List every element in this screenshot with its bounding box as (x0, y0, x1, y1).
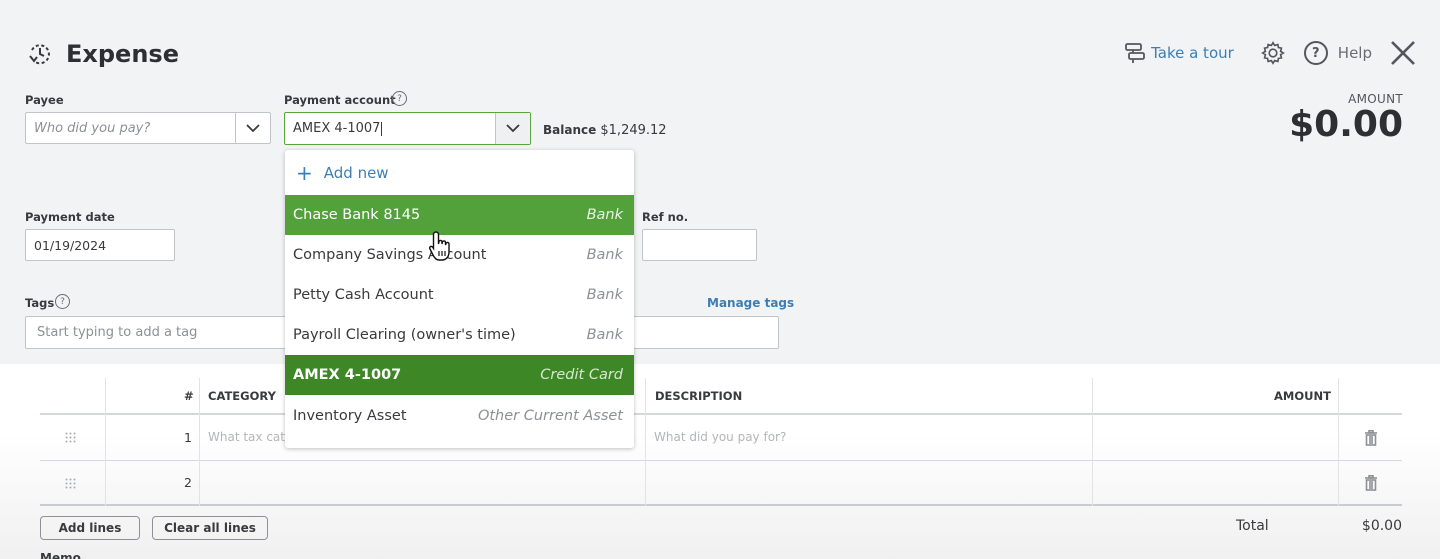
add-new-option[interactable]: + Add new (285, 150, 634, 195)
dropdown-option[interactable]: Payroll Clearing (owner's time) Bank (285, 315, 634, 355)
payee-dropdown-button[interactable] (235, 113, 270, 143)
gear-icon[interactable] (1260, 40, 1286, 66)
balance-label: Balance (543, 123, 597, 137)
payee-placeholder: Who did you pay? (34, 120, 151, 136)
title-row: Expense (26, 40, 179, 68)
help-button[interactable]: ? Help (1303, 41, 1372, 65)
column-divider (199, 378, 200, 506)
category-cell[interactable]: What tax cate (208, 430, 292, 444)
option-type: Credit Card (540, 367, 623, 383)
dropdown-option[interactable]: Inventory Asset Other Current Asset (285, 396, 634, 436)
table-row: 1 What tax cate What did you pay for? (40, 415, 1402, 461)
dropdown-option[interactable]: Chase Bank 8145 Bank (285, 195, 634, 235)
table-header-row: # CATEGORY DESCRIPTION AMOUNT (40, 378, 1402, 415)
drag-handle-icon[interactable] (65, 478, 76, 489)
column-divider (1092, 378, 1093, 506)
add-new-label: Add new (323, 163, 389, 182)
take-tour-label: Take a tour (1151, 44, 1234, 62)
option-name: Inventory Asset (293, 408, 407, 424)
option-name: Chase Bank 8145 (293, 207, 421, 223)
payment-account-label: Payment account (284, 93, 396, 107)
option-type: Bank (586, 247, 623, 263)
plus-icon: + (296, 160, 313, 185)
option-name: Payroll Clearing (owner's time) (293, 327, 516, 343)
manage-tags-link[interactable]: Manage tags (707, 296, 794, 310)
recurring-clock-icon (29, 44, 50, 65)
payment-account-dropdown-button[interactable] (495, 113, 530, 144)
payee-label: Payee (25, 93, 64, 107)
header-category: CATEGORY (208, 389, 276, 403)
tags-label: Tags (25, 296, 55, 310)
column-divider (1338, 378, 1339, 506)
top-actions: Take a tour ? Help (1123, 40, 1416, 66)
payment-date-input[interactable]: 01/19/2024 (25, 229, 175, 261)
page-title: Expense (66, 40, 179, 68)
option-type: Bank (586, 207, 623, 223)
text-caret (381, 121, 383, 136)
payee-input[interactable]: Who did you pay? (25, 112, 271, 144)
description-cell[interactable]: What did you pay for? (654, 430, 786, 444)
chevron-down-icon (246, 123, 260, 132)
payment-account-help-icon[interactable]: ? (392, 91, 407, 106)
balance-value: $1,249.12 (600, 123, 667, 138)
option-name: AMEX 4-1007 (293, 367, 402, 383)
row-number: 1 (184, 430, 192, 445)
drag-handle-icon[interactable] (65, 432, 76, 443)
chevron-down-icon (506, 124, 520, 133)
trash-icon[interactable] (1364, 430, 1378, 446)
payment-account-input[interactable]: AMEX 4-1007 (284, 112, 531, 145)
amount-value: $0.00 (1289, 104, 1403, 145)
tags-placeholder: Start typing to add a tag (37, 325, 198, 340)
total-value: $0.00 (1361, 518, 1402, 534)
total-label: Total (1236, 518, 1269, 534)
trash-icon[interactable] (1364, 475, 1378, 491)
column-divider (645, 378, 646, 506)
header-num: # (184, 389, 194, 403)
ref-no-label: Ref no. (642, 210, 689, 224)
dropdown-option[interactable]: AMEX 4-1007 Credit Card (285, 355, 634, 395)
ref-no-input[interactable] (642, 229, 757, 261)
hand-pointer-cursor-icon (429, 231, 450, 261)
close-icon[interactable] (1390, 40, 1416, 66)
column-divider (105, 378, 106, 506)
balance: Balance $1,249.12 (543, 123, 667, 138)
signpost-icon (1125, 43, 1145, 63)
take-tour-link[interactable]: Take a tour (1123, 41, 1234, 65)
help-label: Help (1337, 44, 1372, 62)
option-name: Company Savings Account (293, 247, 487, 263)
header-amount: AMOUNT (1274, 389, 1331, 403)
payment-account-dropdown-menu: + Add new Chase Bank 8145 Bank Company S… (285, 150, 634, 448)
option-type: Other Current Asset (477, 408, 623, 424)
table-row: 2 (40, 461, 1402, 506)
tags-help-icon[interactable]: ? (55, 294, 70, 309)
payment-date-label: Payment date (25, 210, 115, 224)
payment-account-value: AMEX 4-1007 (293, 121, 381, 136)
option-type: Bank (586, 287, 623, 303)
add-lines-button[interactable]: Add lines (40, 516, 140, 540)
dropdown-option[interactable]: Petty Cash Account Bank (285, 275, 634, 315)
payment-date-value: 01/19/2024 (34, 237, 107, 253)
help-icon: ? (1303, 41, 1328, 65)
expense-header: Expense Take a tour ? Help AMOUNT $0.00 … (0, 0, 1440, 364)
clear-all-lines-button[interactable]: Clear all lines (152, 516, 268, 540)
dropdown-option[interactable]: Company Savings Account Bank (285, 235, 634, 275)
option-type: Bank (586, 327, 623, 343)
option-name: Petty Cash Account (293, 287, 434, 303)
memo-label: Memo (40, 551, 81, 559)
header-description: DESCRIPTION (655, 389, 743, 403)
row-number: 2 (184, 475, 192, 490)
